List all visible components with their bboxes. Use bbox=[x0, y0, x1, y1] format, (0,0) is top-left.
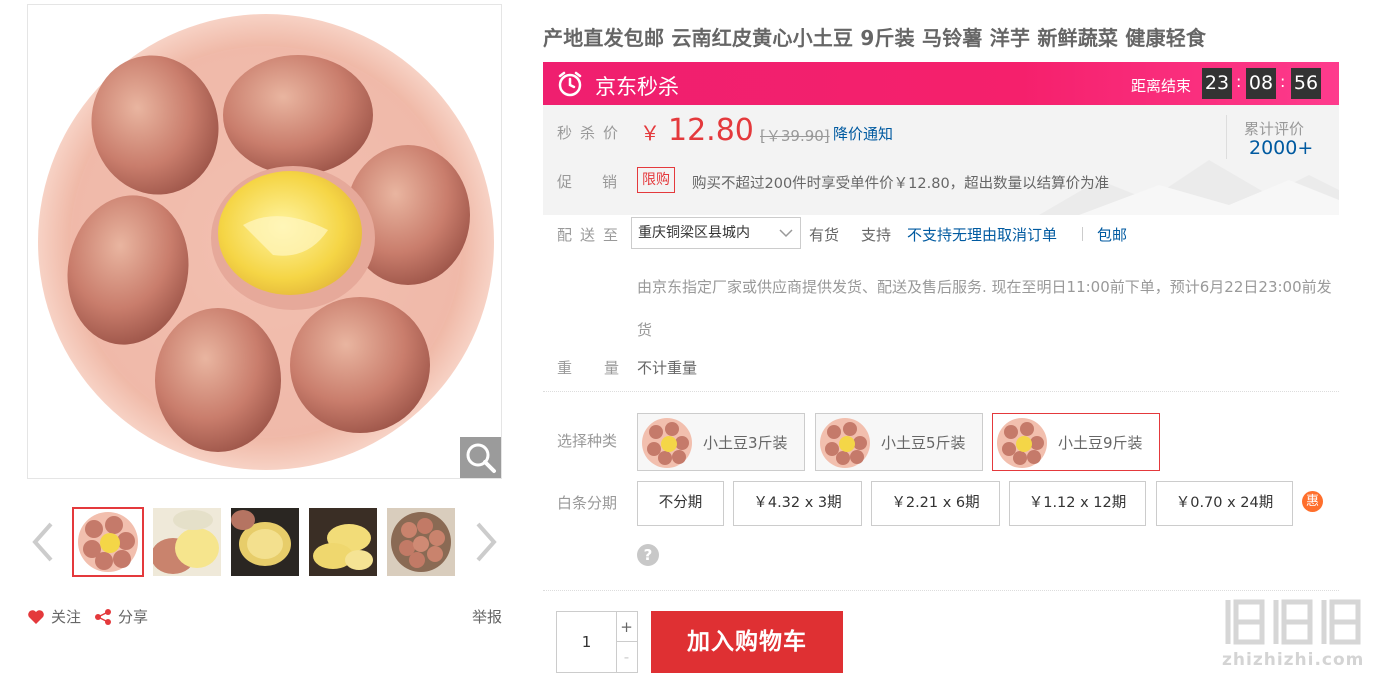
installment-option[interactable]: ￥0.70 x 24期 bbox=[1156, 481, 1293, 526]
variant-option-label: 小土豆5斤装 bbox=[881, 434, 966, 452]
thumbnail-image bbox=[387, 508, 455, 576]
variant-option-selected[interactable]: 小土豆9斤装 bbox=[992, 413, 1160, 471]
site-watermark: zhizhizhi.com bbox=[1222, 596, 1372, 676]
free-shipping-link[interactable]: 包邮 bbox=[1097, 224, 1127, 245]
cancel-policy-link[interactable]: 不支持无理由取消订单 bbox=[907, 224, 1057, 245]
countdown-label: 距离结束 bbox=[1131, 77, 1192, 95]
variant-thumbnail bbox=[642, 418, 692, 468]
weight-value: 不计重量 bbox=[637, 359, 698, 377]
zoom-button[interactable] bbox=[460, 437, 501, 478]
share-label: 分享 bbox=[118, 608, 149, 626]
original-price-value: [￥39.90] bbox=[760, 127, 830, 145]
thumbnail-item[interactable] bbox=[153, 508, 221, 576]
current-price: ￥ 12.80 bbox=[640, 113, 754, 148]
price-value: 12.80 bbox=[668, 113, 754, 148]
variant-option[interactable]: 小土豆3斤装 bbox=[637, 413, 805, 471]
thumbnail-prev-button[interactable] bbox=[27, 514, 57, 570]
quantity-decrease-button[interactable]: - bbox=[616, 642, 637, 672]
variant-option-label: 小土豆3斤装 bbox=[703, 434, 788, 452]
divider bbox=[543, 391, 1339, 392]
alarm-clock-icon bbox=[558, 71, 582, 97]
review-label: 累计评价 bbox=[1244, 120, 1305, 138]
magnifier-icon bbox=[466, 443, 496, 473]
thumbnail-item[interactable] bbox=[72, 507, 144, 577]
thumbnail-image bbox=[309, 508, 377, 576]
countdown-separator: : bbox=[1280, 72, 1286, 91]
variant-thumbnail bbox=[820, 418, 870, 468]
heart-icon bbox=[28, 609, 44, 624]
quantity-input[interactable]: 1 bbox=[557, 612, 617, 672]
divider bbox=[1082, 227, 1083, 241]
product-actions: 关注 分享 举报 bbox=[27, 606, 502, 628]
variant-option-label: 小土豆9斤装 bbox=[1058, 434, 1143, 452]
follow-button[interactable]: 关注 bbox=[27, 606, 81, 627]
shipping-note: 由京东指定厂家或供应商提供发货、配送及售后服务. 现在至明日11:00前下单，预… bbox=[637, 278, 1332, 339]
delivery-region-value: 重庆铜梁区县城内 bbox=[638, 225, 750, 241]
product-title: 产地直发包邮 云南红皮黄心小土豆 9斤装 马铃薯 洋芋 新鲜蔬菜 健康轻食 bbox=[543, 26, 1207, 50]
countdown-separator: : bbox=[1236, 72, 1242, 91]
seckill-banner: 京东秒杀 距离结束 23 : 08 : 56 bbox=[543, 62, 1339, 105]
variant-label: 选择种类 bbox=[557, 432, 618, 450]
price-label: 秒杀价 bbox=[557, 124, 627, 142]
seckill-label: 京东秒杀 bbox=[595, 75, 679, 99]
main-product-image[interactable] bbox=[27, 4, 502, 479]
thumbnail-image bbox=[231, 508, 299, 576]
variant-thumbnail bbox=[997, 418, 1047, 468]
add-to-cart-button[interactable]: 加入购物车 bbox=[651, 611, 843, 673]
delivery-label: 配送至 bbox=[557, 226, 627, 244]
installment-option[interactable]: 不分期 bbox=[637, 481, 724, 526]
potato-plate-image bbox=[38, 14, 494, 470]
watermark-text: zhizhizhi.com bbox=[1222, 650, 1365, 670]
report-label: 举报 bbox=[471, 608, 502, 626]
countdown-seconds: 56 bbox=[1291, 68, 1321, 99]
thumbnail-item[interactable] bbox=[387, 508, 455, 576]
support-label: 支持 bbox=[861, 226, 892, 244]
share-icon bbox=[95, 608, 111, 625]
thumbnail-next-button[interactable] bbox=[472, 514, 502, 570]
divider bbox=[1226, 115, 1227, 159]
thumbnail-image bbox=[74, 509, 142, 575]
chevron-left-icon bbox=[32, 522, 53, 562]
discount-badge-icon[interactable]: 惠 bbox=[1302, 491, 1323, 512]
installment-label: 白条分期 bbox=[557, 494, 618, 512]
quantity-stepper: 1 + - bbox=[556, 611, 638, 673]
price-notify-link[interactable]: 降价通知 bbox=[833, 123, 893, 144]
share-button[interactable]: 分享 bbox=[94, 606, 148, 627]
thumbnail-image bbox=[153, 508, 221, 576]
installment-option[interactable]: ￥4.32 x 3期 bbox=[733, 481, 862, 526]
variant-option[interactable]: 小土豆5斤装 bbox=[815, 413, 983, 471]
original-price: [￥39.90] bbox=[760, 125, 830, 146]
stock-status: 有货 bbox=[809, 226, 840, 244]
installment-option[interactable]: ￥1.12 x 12期 bbox=[1009, 481, 1146, 526]
chevron-right-icon bbox=[476, 522, 497, 562]
chevron-down-icon bbox=[779, 229, 793, 238]
currency-symbol: ￥ bbox=[640, 121, 660, 145]
quantity-increase-button[interactable]: + bbox=[616, 612, 637, 642]
divider bbox=[543, 590, 1339, 591]
price-box: 秒杀价 ￥ 12.80 [￥39.90] 降价通知 累计评价 2000+ 促销 限… bbox=[543, 105, 1339, 215]
promotion-text: 购买不超过200件时享受单件价￥12.80，超出数量以结算价为准 bbox=[692, 176, 1110, 192]
countdown-hours: 23 bbox=[1202, 68, 1232, 99]
countdown-minutes: 08 bbox=[1246, 68, 1276, 99]
review-count-link[interactable]: 2000+ bbox=[1249, 137, 1313, 159]
thumbnail-strip bbox=[27, 506, 502, 578]
installment-option[interactable]: ￥2.21 x 6期 bbox=[871, 481, 1000, 526]
watermark-logo-icon bbox=[1225, 599, 1361, 645]
report-link[interactable]: 举报 bbox=[472, 606, 502, 627]
promotion-label: 促销 bbox=[557, 173, 648, 191]
delivery-region-select[interactable]: 重庆铜梁区县城内 bbox=[631, 217, 801, 249]
help-icon[interactable]: ? bbox=[637, 544, 659, 566]
thumbnail-item[interactable] bbox=[309, 508, 377, 576]
thumbnail-item[interactable] bbox=[231, 508, 299, 576]
purchase-limit-tag: 限购 bbox=[637, 167, 675, 193]
follow-label: 关注 bbox=[51, 608, 82, 626]
